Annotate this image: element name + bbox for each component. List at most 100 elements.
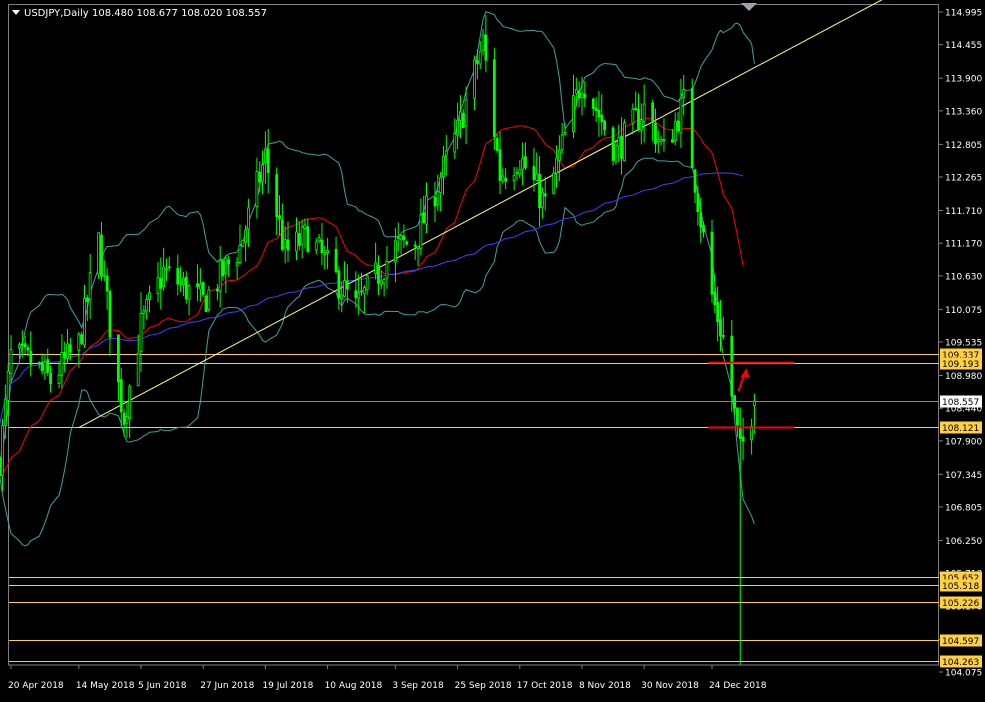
candle-body-bull bbox=[18, 344, 21, 349]
candle[interactable] bbox=[204, 294, 208, 312]
time-tick-label: 10 Aug 2018 bbox=[325, 681, 383, 691]
candle-body-bull bbox=[416, 246, 420, 249]
candle-body-bull bbox=[453, 133, 457, 153]
time-tick-label: 5 Jun 2018 bbox=[138, 681, 187, 691]
candle-body-bear bbox=[741, 436, 745, 442]
candle-body-bull bbox=[179, 282, 182, 285]
candle-body-bull bbox=[752, 400, 756, 407]
candle-body-bull bbox=[9, 349, 13, 374]
candle-body-bull bbox=[343, 280, 346, 297]
candle[interactable] bbox=[611, 125, 615, 166]
candle-body-bull bbox=[656, 139, 660, 142]
ohlc-label: 108.480 108.677 108.020 108.557 bbox=[92, 8, 267, 19]
candle-body-bull bbox=[557, 149, 561, 161]
candle[interactable] bbox=[97, 232, 101, 279]
candle[interactable] bbox=[207, 285, 211, 313]
price-chart[interactable]: 114.995 114.455 113.900 113.360 112.805 112.2… bbox=[0, 0, 985, 698]
candle-body-bear bbox=[345, 280, 349, 290]
candle-body-bear bbox=[184, 276, 188, 300]
candle-body-bull bbox=[136, 352, 140, 386]
candle-body-bull bbox=[102, 274, 106, 277]
candle-body-bear bbox=[266, 148, 270, 174]
candle-body-bear bbox=[538, 173, 541, 208]
candle-body-bear bbox=[600, 114, 604, 123]
candle[interactable] bbox=[710, 219, 714, 303]
candle-body-bear bbox=[117, 334, 120, 383]
candle-body-bear bbox=[377, 264, 380, 284]
candle-body-bear bbox=[492, 59, 496, 138]
candle-body-bear bbox=[0, 456, 2, 476]
candle-body-bull bbox=[1, 425, 4, 476]
candle-body-bear bbox=[20, 343, 24, 346]
candle-body-bull bbox=[43, 361, 47, 374]
candle-body-bear bbox=[696, 193, 700, 213]
candle-body-bear bbox=[702, 224, 705, 233]
candle-body-bull bbox=[436, 191, 440, 205]
price-tick-label: 109.535 bbox=[945, 339, 982, 349]
candle-body-bull bbox=[83, 297, 86, 346]
candle-body-bull bbox=[515, 172, 519, 175]
candle-body-bull bbox=[459, 111, 462, 122]
candle[interactable] bbox=[492, 47, 496, 151]
candle-body-bear bbox=[360, 290, 363, 293]
candle-body-bear bbox=[108, 290, 112, 338]
candle-body-bull bbox=[473, 59, 476, 99]
candle-body-bull bbox=[552, 172, 556, 195]
candle[interactable] bbox=[241, 239, 245, 247]
candle-body-bull bbox=[3, 398, 7, 426]
candle-body-bull bbox=[399, 235, 403, 240]
candle-body-bull bbox=[425, 195, 428, 225]
current-price-tag-label: 108.557 bbox=[942, 398, 979, 408]
symbol-label: USDJPY,Daily bbox=[24, 8, 89, 19]
candle-body-bull bbox=[639, 119, 643, 131]
candle[interactable] bbox=[690, 78, 694, 169]
candle-body-bull bbox=[263, 148, 267, 164]
price-tick-label: 113.900 bbox=[945, 75, 982, 85]
candle-body-bull bbox=[394, 240, 397, 263]
candle-body-bear bbox=[204, 295, 208, 312]
candle-body-bear bbox=[201, 282, 205, 295]
level-price-tag-label: 104.263 bbox=[942, 658, 979, 668]
candle-body-bull bbox=[66, 343, 69, 359]
candle-body-bull bbox=[541, 191, 544, 208]
candle-body-bear bbox=[651, 102, 655, 123]
candle-body-bear bbox=[63, 351, 67, 359]
candle-body-bull bbox=[521, 158, 525, 170]
candle-body-bull bbox=[456, 120, 460, 136]
candle-body-bear bbox=[716, 301, 720, 323]
price-tick-label: 110.075 bbox=[945, 306, 982, 316]
candle-body-bear bbox=[475, 60, 479, 64]
level-price-tag-label: 109.193 bbox=[942, 360, 979, 370]
candle-body-bull bbox=[439, 177, 443, 194]
level-price-tag-label: 108.121 bbox=[942, 424, 979, 434]
candle-body-bull bbox=[6, 370, 10, 401]
candle-body-bull bbox=[37, 361, 41, 364]
candle-body-bull bbox=[631, 108, 635, 124]
candle-body-bear bbox=[730, 335, 734, 397]
candle-body-bull bbox=[682, 88, 686, 98]
price-tick-label: 114.995 bbox=[945, 9, 982, 19]
candle-body-bull bbox=[139, 312, 143, 353]
candle-body-bull bbox=[662, 139, 666, 141]
candle-body-bear bbox=[597, 109, 601, 118]
candle-body-bull bbox=[379, 280, 383, 285]
time-tick-label: 19 Jul 2018 bbox=[262, 681, 313, 691]
candle-body-bull bbox=[97, 232, 101, 275]
candle-body-bull bbox=[162, 266, 166, 288]
candle-body-bear bbox=[671, 139, 674, 143]
candle-body-bear bbox=[405, 241, 409, 245]
candle-body-bull bbox=[60, 351, 64, 376]
candle-body-bear bbox=[738, 427, 742, 440]
candle-body-bull bbox=[535, 173, 539, 181]
time-tick-label: 24 Dec 2018 bbox=[709, 681, 767, 691]
price-tick-label: 107.900 bbox=[945, 437, 982, 447]
chart-window[interactable]: 114.995 114.455 113.900 113.360 112.805 112.2… bbox=[0, 0, 985, 698]
candle[interactable] bbox=[622, 119, 626, 162]
candle-body-bear bbox=[543, 193, 547, 197]
candle-body-bear bbox=[524, 156, 527, 169]
candle-body-bear bbox=[334, 248, 338, 272]
candle-body-bull bbox=[207, 289, 211, 310]
candle-body-bear bbox=[286, 239, 290, 251]
candle-body-bear bbox=[26, 347, 30, 351]
candle-body-bull bbox=[224, 257, 228, 275]
